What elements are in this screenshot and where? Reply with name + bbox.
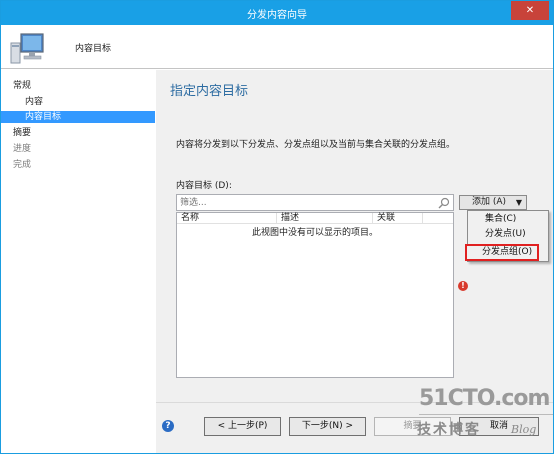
watermark-divider bbox=[419, 414, 553, 415]
window-title: 分发内容向导 bbox=[247, 10, 307, 21]
close-button[interactable]: ✕ bbox=[511, 1, 549, 20]
content-targets-label: 内容目标 (D): bbox=[176, 181, 232, 191]
watermark-subtitle: 技术博客 bbox=[417, 422, 481, 438]
add-dropdown-menu: 集合(C) 分发点(U) 分发点组(O) bbox=[465, 210, 549, 262]
page-heading: 指定内容目标 bbox=[170, 84, 249, 99]
error-icon: ! bbox=[458, 281, 468, 291]
next-button[interactable]: 下一步(N) > bbox=[289, 417, 366, 436]
filter-input[interactable] bbox=[180, 196, 430, 209]
previous-button[interactable]: < 上一步(P) bbox=[204, 417, 281, 436]
menu-item-distribution-point-group[interactable]: 分发点组(O) bbox=[465, 244, 539, 261]
watermark-blog: Blog bbox=[511, 423, 537, 436]
wizard-nav: 常规 内容 内容目标 摘要 进度 完成 bbox=[1, 70, 155, 453]
nav-item-progress: 进度 bbox=[13, 144, 32, 154]
description-text: 内容将分发到以下分发点、分发点组以及当前与集合关联的分发点组。 bbox=[176, 140, 456, 150]
title-bar[interactable]: 分发内容向导 ✕ bbox=[1, 1, 553, 25]
menu-item-distribution-point[interactable]: 分发点(U) bbox=[468, 227, 548, 241]
column-header-description[interactable]: 描述 bbox=[277, 213, 373, 224]
header-title: 内容目标 bbox=[75, 44, 112, 54]
watermark-brand: 51CTO.com bbox=[419, 386, 550, 411]
computer-monitor-icon bbox=[9, 30, 49, 64]
nav-item-summary[interactable]: 摘要 bbox=[1, 127, 155, 139]
add-button[interactable]: 添加 (A) ▼ bbox=[459, 195, 527, 210]
nav-item-content-targets[interactable]: 内容目标 bbox=[1, 111, 155, 123]
nav-item-completion: 完成 bbox=[13, 160, 32, 170]
add-button-label: 添加 (A) bbox=[472, 197, 507, 207]
content-targets-list[interactable]: 名称 描述 关联 此视图中没有可以显示的项目。 bbox=[176, 212, 454, 378]
nav-item-general[interactable]: 常规 bbox=[1, 80, 155, 92]
main-panel: 指定内容目标 内容将分发到以下分发点、分发点组以及当前与集合关联的分发点组。 内… bbox=[156, 70, 553, 402]
nav-item-content[interactable]: 内容 bbox=[1, 96, 155, 108]
wizard-window: 分发内容向导 ✕ 内容目标 常规 内容 内容目标 摘要 进度 完成 指定内容目标… bbox=[0, 0, 554, 454]
list-header: 名称 描述 关联 bbox=[177, 213, 453, 224]
column-header-name[interactable]: 名称 bbox=[177, 213, 277, 224]
watermark: 51CTO.com 技术博客 Blog bbox=[413, 383, 553, 453]
chevron-down-icon: ▼ bbox=[515, 198, 522, 207]
menu-item-collection[interactable]: 集合(C) bbox=[468, 212, 548, 226]
search-icon[interactable] bbox=[438, 197, 450, 209]
help-icon[interactable]: ? bbox=[162, 420, 174, 432]
filter-box[interactable] bbox=[176, 194, 454, 211]
column-header-association[interactable]: 关联 bbox=[373, 213, 423, 224]
wizard-header: 内容目标 bbox=[1, 25, 553, 69]
empty-list-message: 此视图中没有可以显示的项目。 bbox=[251, 228, 378, 238]
